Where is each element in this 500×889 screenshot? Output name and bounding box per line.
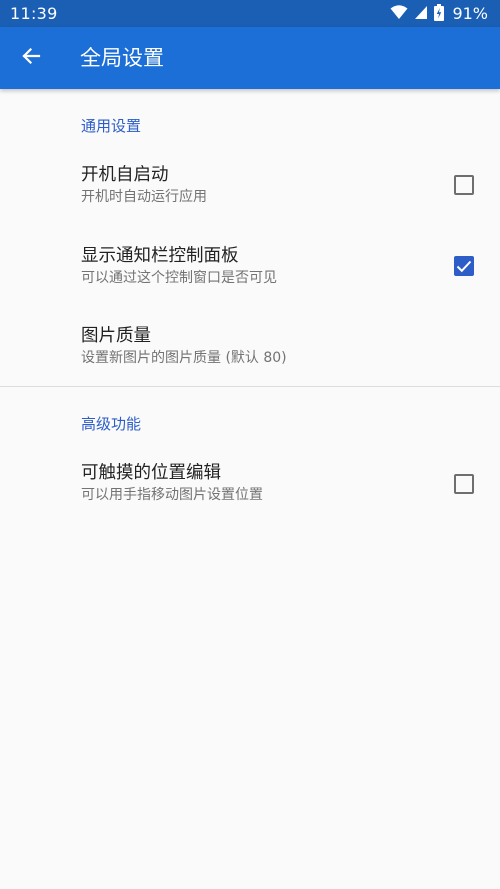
pref-title: 开机自启动 [81,165,169,185]
section-header-general: 通用设置 [81,117,142,135]
status-time: 11:39 [10,4,58,23]
pref-touch-position-edit[interactable]: 可触摸的位置编辑 可以用手指移动图片设置位置 [0,443,500,523]
battery-percent: 91% [452,4,488,23]
pref-title: 可触摸的位置编辑 [81,463,221,483]
pref-title: 图片质量 [81,326,151,346]
app-bar: 全局设置 [0,27,500,89]
status-bar: 11:39 91% [0,0,500,27]
touch-position-edit-checkbox[interactable] [454,474,474,494]
section-divider [0,386,500,387]
pref-title: 显示通知栏控制面板 [81,246,239,266]
battery-icon [434,3,445,25]
pref-summary: 开机时自动运行应用 [81,189,207,205]
autostart-checkbox[interactable] [454,175,474,195]
notification-panel-checkbox[interactable] [454,256,474,276]
check-icon [456,260,472,273]
pref-summary: 可以用手指移动图片设置位置 [81,487,263,503]
pref-image-quality[interactable]: 图片质量 设置新图片的图片质量 (默认 80) [0,306,500,386]
section-header-advanced: 高级功能 [81,415,142,433]
wifi-icon [390,4,408,24]
back-button[interactable] [14,41,48,75]
pref-notification-panel[interactable]: 显示通知栏控制面板 可以通过这个控制窗口是否可见 [0,226,500,306]
status-icons: 91% [390,3,488,25]
signal-icon [414,4,428,24]
pref-autostart[interactable]: 开机自启动 开机时自动运行应用 [0,145,500,225]
pref-summary: 设置新图片的图片质量 (默认 80) [81,350,287,366]
arrow-back-icon [21,46,41,70]
pref-summary: 可以通过这个控制窗口是否可见 [81,270,277,286]
page-title: 全局设置 [80,46,164,70]
